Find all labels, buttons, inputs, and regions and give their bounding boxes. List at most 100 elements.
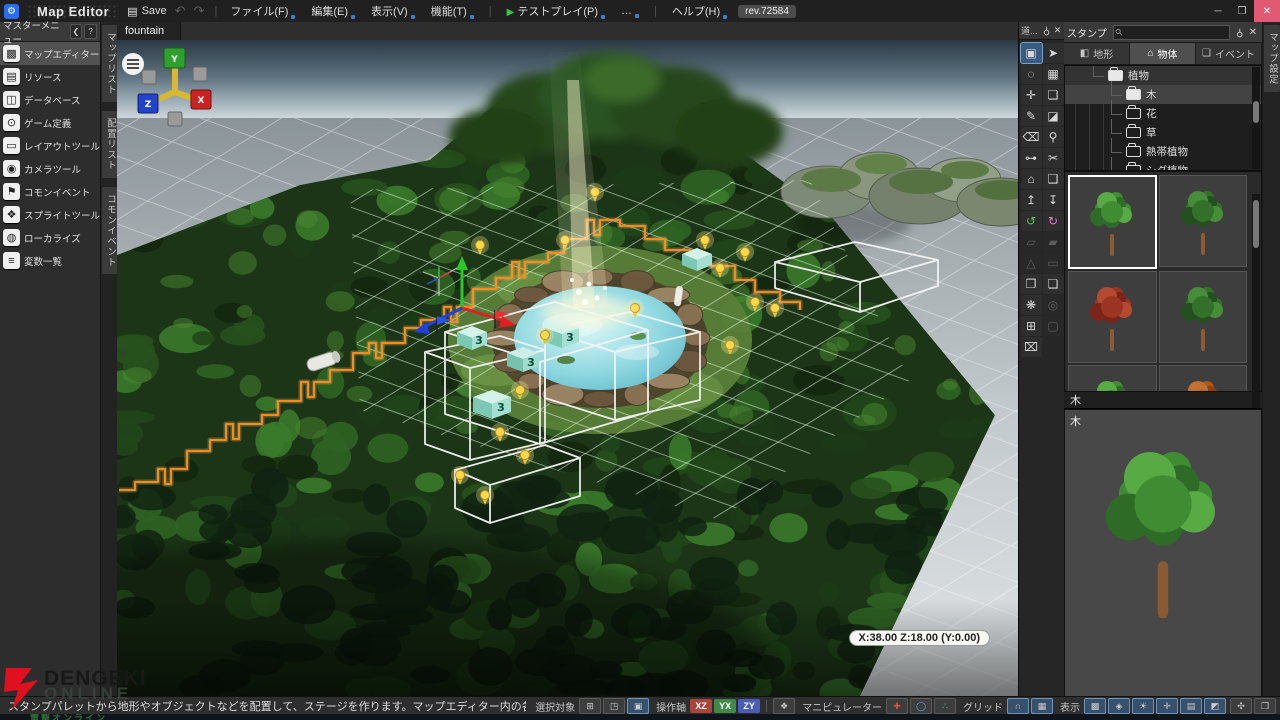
- layer-stack-button[interactable]: ❖: [773, 698, 795, 714]
- display-fog[interactable]: ◩: [1204, 698, 1226, 714]
- target-circle[interactable]: ◎: [1043, 295, 1064, 315]
- close-button[interactable]: ✕: [1254, 0, 1280, 22]
- display-shield[interactable]: ◈: [1108, 698, 1130, 714]
- tab-object[interactable]: ⌂物体: [1130, 43, 1196, 64]
- trash-tool[interactable]: ⌧: [1021, 337, 1042, 357]
- viewport-canvas[interactable]: 3 3 3 3: [117, 40, 1018, 696]
- tree-orange[interactable]: [1159, 365, 1248, 392]
- connect-tool[interactable]: ⊶: [1021, 148, 1042, 168]
- tab-event[interactable]: ❏イベント: [1196, 43, 1262, 64]
- sidebar-item-4[interactable]: ▭レイアウトツール: [0, 134, 100, 157]
- lasso-select[interactable]: ◌: [1021, 64, 1042, 84]
- lower-tool[interactable]: ↧: [1043, 190, 1064, 210]
- eraser-tool[interactable]: ⌫: [1021, 127, 1042, 147]
- selection-mode-object[interactable]: ◳: [603, 698, 625, 714]
- area-dotted[interactable]: ❏: [1043, 85, 1064, 105]
- copy-front[interactable]: ❐: [1021, 274, 1042, 294]
- scissors-tool[interactable]: ✂: [1043, 148, 1064, 168]
- pin-icon[interactable]: ⚲: [1041, 25, 1052, 36]
- display-tiles[interactable]: ▩: [1084, 698, 1106, 714]
- tree-node-0[interactable]: 植物: [1065, 66, 1261, 85]
- pin-icon[interactable]: ⚲: [1236, 27, 1243, 38]
- tree-green-4[interactable]: [1068, 365, 1157, 392]
- rotate-cw[interactable]: ↻: [1043, 211, 1064, 231]
- pencil-tool[interactable]: ✎: [1021, 106, 1042, 126]
- pin-tool[interactable]: ⚲: [1043, 127, 1064, 147]
- help-button[interactable]: ?: [84, 24, 97, 39]
- marquee-select[interactable]: ▣: [1021, 43, 1042, 63]
- sidebar-item-7[interactable]: ❖スプライトツール: [0, 203, 100, 226]
- sidebar-item-8[interactable]: ◍ローカライズ: [0, 226, 100, 249]
- save-layout[interactable]: ❒: [1254, 698, 1276, 714]
- sprite-visibility[interactable]: ✣: [1230, 698, 1252, 714]
- tree-green-1[interactable]: [1068, 175, 1157, 269]
- maximize-button[interactable]: ❐: [1230, 0, 1254, 22]
- minimize-button[interactable]: ─: [1206, 0, 1230, 22]
- copy-back[interactable]: ❏: [1043, 274, 1064, 294]
- spray-tool[interactable]: ❋: [1021, 295, 1042, 315]
- collapse-button[interactable]: ❮: [70, 24, 83, 39]
- display-gizmo[interactable]: ✛: [1156, 698, 1178, 714]
- tab-terrain[interactable]: ◧地形: [1064, 43, 1130, 64]
- sidebar-item-6[interactable]: ⚑コモンイベント: [0, 180, 100, 203]
- menu-file[interactable]: ファイル(F): [227, 3, 298, 19]
- save-button[interactable]: ▤ Save: [127, 5, 166, 18]
- manip-move[interactable]: ✚: [886, 698, 908, 714]
- tree-node-4[interactable]: 熱帯植物: [1065, 142, 1261, 161]
- tree-node-3[interactable]: 草: [1065, 123, 1261, 142]
- locked-box[interactable]: ▢: [1043, 316, 1064, 336]
- slope-a[interactable]: ▱: [1021, 232, 1042, 252]
- map-tab-fountain[interactable]: fountain: [117, 22, 181, 40]
- rotate-ccw[interactable]: ↺: [1021, 211, 1042, 231]
- sidebar-item-5[interactable]: ◉カメラツール: [0, 157, 100, 180]
- duplicate-tool[interactable]: ⊞: [1021, 316, 1042, 336]
- bucket-fill[interactable]: ◪: [1043, 106, 1064, 126]
- grab-tool[interactable]: ✛: [1021, 85, 1042, 105]
- menu-more[interactable]: …: [618, 5, 642, 18]
- close-icon[interactable]: ✕: [1052, 25, 1063, 36]
- left-vtab-0[interactable]: マップリスト: [102, 25, 118, 102]
- right-vtab-0[interactable]: マップ設定: [1264, 25, 1280, 92]
- manip-rotate[interactable]: ◯: [910, 698, 932, 714]
- tree-scrollbar[interactable]: [1252, 67, 1260, 169]
- thumbs-scrollbar[interactable]: [1252, 194, 1260, 408]
- tree-node-2[interactable]: 花: [1065, 104, 1261, 123]
- redo-button[interactable]: ↷: [194, 3, 205, 19]
- view-menu-button[interactable]: [122, 53, 144, 75]
- menu-function[interactable]: 機能(T): [428, 3, 477, 19]
- grid-toggle[interactable]: ▦: [1031, 698, 1053, 714]
- tree-node-5[interactable]: シダ植物: [1065, 161, 1261, 171]
- sidebar-item-2[interactable]: ◫データベース: [0, 88, 100, 111]
- selection-mode-image[interactable]: ▣: [627, 698, 649, 714]
- tree-red[interactable]: [1068, 271, 1157, 363]
- stamp-search-input[interactable]: [1124, 26, 1226, 38]
- sidebar-item-3[interactable]: ⊙ゲーム定義: [0, 111, 100, 134]
- raise-tool[interactable]: ↥: [1021, 190, 1042, 210]
- menu-view[interactable]: 表示(V): [368, 3, 418, 19]
- selection-mode-grid[interactable]: ⊞: [579, 698, 601, 714]
- tree-node-1[interactable]: 木: [1065, 85, 1261, 104]
- axis-yx[interactable]: YX: [714, 699, 736, 713]
- undo-button[interactable]: ↶: [175, 3, 186, 19]
- left-vtab-2[interactable]: コモンイベント: [102, 187, 118, 275]
- snap-magnet[interactable]: ∩: [1007, 698, 1029, 714]
- tile-select[interactable]: ▦: [1043, 64, 1064, 84]
- cursor-select[interactable]: ➤: [1043, 43, 1064, 63]
- block-tool[interactable]: ▭: [1043, 253, 1064, 273]
- axis-xz[interactable]: XZ: [690, 699, 712, 713]
- left-vtab-1[interactable]: 配置リスト: [102, 111, 118, 178]
- sidebar-item-1[interactable]: ▤リソース: [0, 65, 100, 88]
- tree-green-3[interactable]: [1159, 271, 1248, 363]
- region-dotted[interactable]: ❑: [1043, 169, 1064, 189]
- sidebar-item-9[interactable]: ≡変数一覧: [0, 249, 100, 272]
- menu-help[interactable]: ヘルプ(H): [669, 3, 730, 19]
- menu-testplay[interactable]: ▶テストプレイ(P): [504, 3, 608, 19]
- display-light[interactable]: ☀: [1132, 698, 1154, 714]
- slope-b[interactable]: ▰: [1043, 232, 1064, 252]
- manip-scale[interactable]: ∴: [934, 698, 956, 714]
- tree-green-2[interactable]: [1159, 175, 1248, 267]
- menu-edit[interactable]: 編集(E): [308, 3, 358, 19]
- wedge-tool[interactable]: △: [1021, 253, 1042, 273]
- close-icon[interactable]: ✕: [1247, 27, 1259, 38]
- home-entry[interactable]: ⌂: [1021, 169, 1042, 189]
